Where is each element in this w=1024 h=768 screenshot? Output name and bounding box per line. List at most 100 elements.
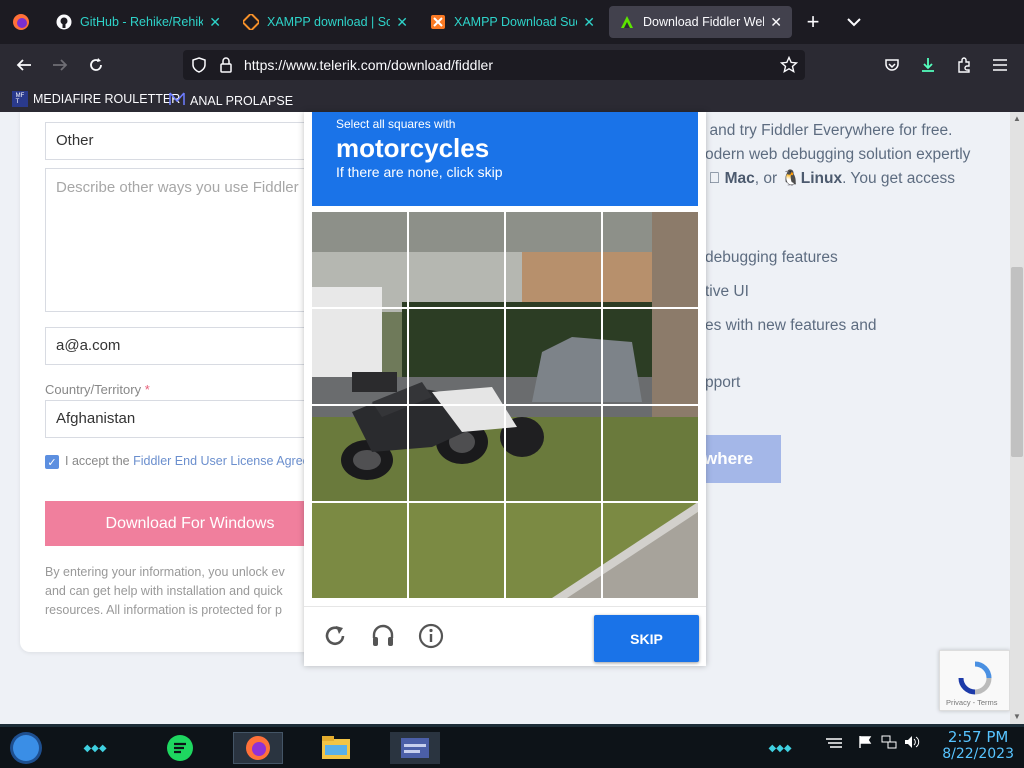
usage-select[interactable]: Other [45, 122, 345, 160]
grid-tile[interactable] [603, 309, 698, 404]
grid-tile[interactable] [603, 503, 698, 598]
url-text[interactable]: https://www.telerik.com/download/fiddler [244, 57, 493, 73]
grid-tile[interactable] [409, 309, 504, 404]
bookmark-star-icon[interactable] [779, 55, 799, 79]
tray-overflow-icon[interactable] [825, 737, 843, 754]
feature-line-1: debugging features [705, 249, 838, 266]
page-scrollbar[interactable]: ▲ ▼ [1010, 112, 1024, 724]
info-icon[interactable] [417, 622, 445, 650]
shield-icon[interactable] [191, 57, 207, 78]
skip-button[interactable]: SKIP [594, 615, 699, 662]
challenge-footer: SKIP [304, 606, 706, 666]
nav-bar: https://www.telerik.com/download/fiddler [0, 44, 1024, 86]
grid-tile[interactable] [603, 212, 698, 307]
grid-tile[interactable] [312, 503, 407, 598]
taskbar-firefox[interactable] [233, 732, 283, 764]
grid-tile[interactable] [506, 212, 601, 307]
bookmarks-toolbar: MF T MEDIAFIRE ROULETTER ANAL PROLAPSE [0, 86, 1024, 112]
network-icon[interactable] [881, 735, 897, 752]
close-tab-icon[interactable]: ✕ [396, 14, 408, 31]
intro-line-3: ,  Mac, or 🐧Linux. You get access [700, 170, 955, 187]
country-select[interactable]: Afghanistan [45, 400, 345, 438]
tab-xampp-download[interactable]: XAMPP download | Sou ✕ [233, 6, 418, 38]
mediafire-icon: MF T [12, 91, 28, 107]
tab-bar: GitHub - Rehike/Rehike ✕ XAMPP download … [0, 0, 1024, 44]
feature-line-4: pport [705, 374, 741, 391]
describe-textarea[interactable]: Describe other ways you use Fiddler [45, 168, 345, 312]
pocket-icon[interactable] [880, 53, 904, 77]
list-tabs-icon[interactable] [842, 10, 866, 34]
clock-date: 8/22/2023 [942, 746, 1014, 762]
recaptcha-logo-icon [956, 661, 994, 700]
lock-icon[interactable] [219, 57, 233, 78]
grid-tile[interactable] [506, 503, 601, 598]
grid-tile[interactable] [312, 406, 407, 501]
grid-tile[interactable] [409, 212, 504, 307]
clock-time: 2:57 PM [947, 728, 1009, 746]
image-grid [312, 212, 698, 598]
bookmark-anal-prolapse[interactable]: ANAL PROLAPSE [169, 91, 293, 110]
intro-line-1: r and try Fiddler Everywhere for free. [700, 122, 953, 139]
feature-line-2: tive UI [705, 283, 749, 300]
country-label: Country/Territory * [45, 382, 150, 397]
feature-line-3: es with new features and [705, 317, 877, 334]
tab-title: XAMPP Download Succe [454, 15, 577, 29]
intro-line-2: odern web debugging solution expertly [705, 146, 971, 163]
grid-tile[interactable] [409, 503, 504, 598]
scroll-up-icon[interactable]: ▲ [1013, 114, 1021, 123]
grid-tile[interactable] [603, 406, 698, 501]
grid-tile[interactable] [506, 309, 601, 404]
close-tab-icon[interactable]: ✕ [209, 14, 221, 31]
grid-tile[interactable] [312, 309, 407, 404]
taskbar: ◆◆◆ ◆◆◆ 2:57 PM 8/22/2023 [0, 724, 1024, 768]
extensions-icon[interactable] [952, 53, 976, 77]
eula-link[interactable]: Fiddler End User License Agree [133, 454, 309, 468]
grid-tile[interactable] [312, 212, 407, 307]
back-icon[interactable] [12, 53, 36, 77]
download-for-windows-button[interactable]: Download For Windows [45, 501, 335, 546]
scrollbar-thumb[interactable] [1011, 267, 1023, 457]
volume-icon[interactable] [904, 735, 920, 752]
flag-icon[interactable] [858, 735, 872, 752]
bookmark-label: ANAL PROLAPSE [190, 93, 294, 108]
close-tab-icon[interactable]: ✕ [583, 14, 595, 31]
challenge-instruction: If there are none, click skip [336, 164, 503, 180]
privacy-terms-link[interactable]: Privacy - Terms [946, 698, 998, 707]
email-field[interactable]: a@a.com [45, 327, 345, 365]
start-button[interactable] [8, 732, 44, 764]
bookmark-label: MEDIAFIRE ROULETTER [33, 92, 181, 106]
reload-icon[interactable] [84, 53, 108, 77]
bookmark-mediafire[interactable]: MF T MEDIAFIRE ROULETTER [12, 91, 180, 107]
tab-fiddler[interactable]: Download Fiddler Web D ✕ [609, 6, 792, 38]
url-bar[interactable]: https://www.telerik.com/download/fiddler [183, 50, 805, 80]
taskbar-app-notes[interactable] [160, 732, 200, 764]
grid-tile[interactable] [409, 406, 504, 501]
new-tab-button[interactable]: + [801, 9, 825, 34]
recaptcha-badge[interactable]: Privacy - Terms [939, 650, 1010, 711]
audio-challenge-icon[interactable] [369, 622, 397, 650]
accept-checkbox[interactable]: ✓ [45, 455, 59, 469]
system-clock[interactable]: 2:57 PM 8/22/2023 [942, 728, 1014, 762]
apple-icon:  [709, 170, 721, 187]
tab-title: Download Fiddler Web D [643, 15, 764, 29]
fiddler-icon [619, 14, 635, 30]
linux-icon: 🐧 [765, 170, 800, 187]
forward-icon[interactable] [48, 53, 72, 77]
challenge-prompt: Select all squares with [336, 117, 456, 131]
taskbar-file-explorer[interactable] [316, 732, 356, 764]
bookmark-icon [169, 91, 185, 110]
tab-xampp-success[interactable]: XAMPP Download Succe ✕ [420, 6, 605, 38]
tab-title: XAMPP download | Sou [267, 15, 391, 29]
taskbar-app-window[interactable] [390, 732, 440, 764]
downloads-icon[interactable] [916, 53, 940, 77]
scroll-down-icon[interactable]: ▼ [1013, 712, 1021, 721]
reload-challenge-icon[interactable] [321, 622, 349, 650]
hamburger-menu-icon[interactable] [988, 53, 1012, 77]
firefox-menu-icon[interactable] [9, 10, 33, 34]
challenge-target: motorcycles [336, 133, 490, 163]
grid-tile[interactable] [506, 406, 601, 501]
recaptcha-challenge: Select all squares with motorcycles If t… [304, 112, 706, 666]
xampp-icon [430, 14, 446, 30]
close-tab-icon[interactable]: ✕ [770, 14, 782, 31]
tab-github[interactable]: GitHub - Rehike/Rehike ✕ [46, 6, 231, 38]
